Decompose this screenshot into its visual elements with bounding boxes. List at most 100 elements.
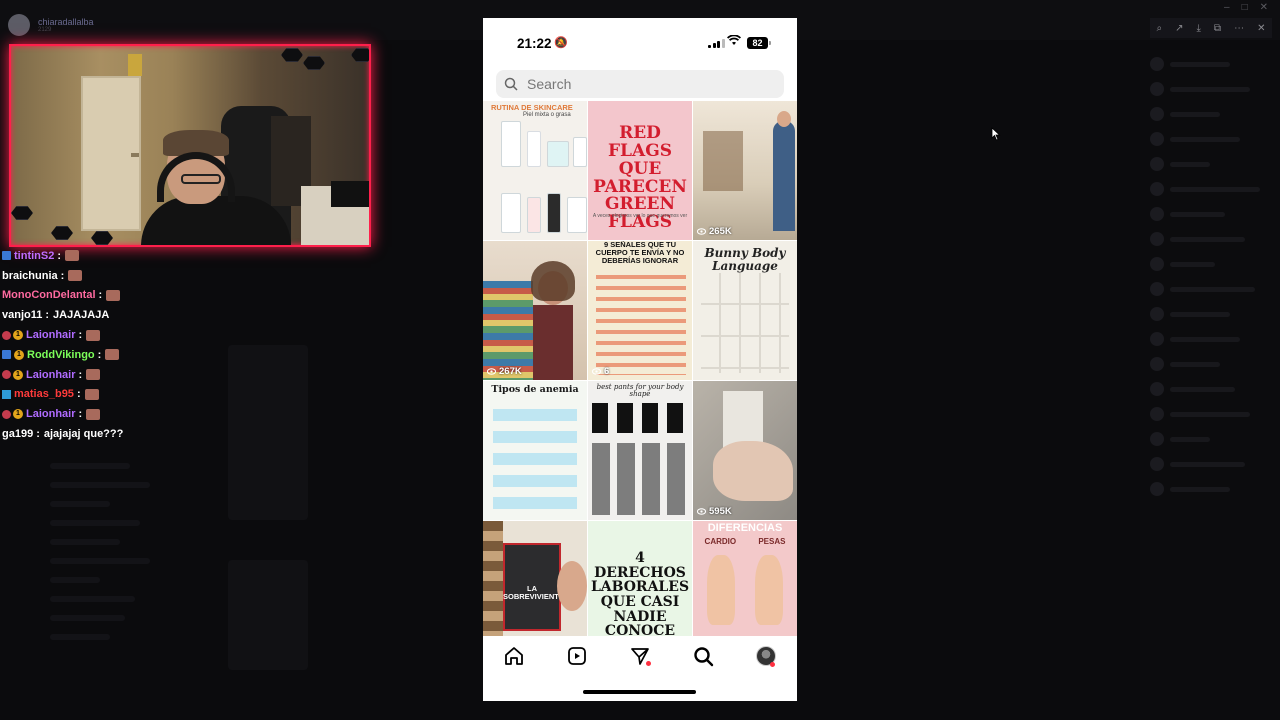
search-icon[interactable] [692,645,714,667]
chat-separator: : [98,289,103,302]
chat-separator: : [60,269,65,282]
explore-tile[interactable]: 267K [483,241,587,380]
explore-tile[interactable]: best pants for your body shape [588,381,692,520]
emote-icon [84,388,99,400]
explore-tile[interactable]: 595K [693,381,797,520]
stream-chat: tintinS2 : braichunia : MonoConDelantal :v… [2,246,202,444]
chat-message: vanjo11 : JAJAJAJA [2,305,202,325]
view-count: 267K [487,366,522,377]
explore-tile[interactable]: Bunny Body Language [693,241,797,380]
home-icon[interactable] [503,645,525,667]
emote-icon [105,349,120,361]
status-bar: 21:22 🔕 82 [483,18,797,68]
channel-avatar [8,14,30,36]
minimize-icon[interactable]: – [1224,2,1230,13]
chat-username[interactable]: RoddVikingo [27,349,95,361]
chat-separator: : [57,249,62,262]
bell-off-icon: 🔕 [554,37,568,49]
tile-title: RUTINA DE SKINCARE [491,103,573,112]
emote-icon [65,250,80,262]
red-badge-icon [2,370,11,380]
explore-tile[interactable]: RED FLAGS QUE PARECEN GREEN FLAGS A vece… [588,101,692,240]
gold-badge-icon: 1 [13,409,23,420]
share-icon[interactable]: ↗ [1175,23,1183,34]
chat-message: MonoConDelantal : [2,286,202,306]
tile-title: DIFERENCIAS [707,522,783,534]
eye-icon [592,368,601,375]
download-icon[interactable]: ⤓ [1197,23,1201,34]
tile-title: LA SOBREVIVIENTE [503,584,564,601]
reels-icon[interactable] [566,645,588,667]
chat-username[interactable]: Laionhair [26,369,76,381]
stream-channel-info: chiaradallalba 2129 [8,14,94,36]
home-indicator[interactable] [583,690,696,694]
streamer-person [141,130,301,245]
gold-badge-icon: 1 [14,349,24,360]
hex-decoration [91,231,113,245]
chat-username[interactable]: matias_b95 [14,388,74,400]
explore-tile[interactable]: RUTINA DE SKINCARE Piel mixta o grasa [483,101,587,240]
tile-title: Tipos de anemia [491,384,579,395]
chat-message: matias_b95 : [2,385,202,405]
chat-text: JAJAJAJA [53,309,110,322]
background-card [228,345,308,520]
eye-icon [697,228,706,235]
chat-message: tintinS2 : [2,246,202,266]
chat-username[interactable]: vanjo11 [2,309,42,321]
right-side-panel [1140,50,1280,720]
red-badge-icon [2,409,11,419]
chat-message: ga199 : ajajajaj que??? [2,424,202,444]
notification-dot [645,661,651,666]
chat-username[interactable]: MonoConDelantal [2,289,96,301]
hex-decoration [351,48,369,62]
open-external-icon[interactable]: ⧉ [1214,23,1221,34]
more-icon[interactable]: ⋯ [1234,23,1244,34]
background-card [228,560,308,670]
zoom-icon[interactable]: ⌕ [1157,23,1163,34]
channel-viewers: 2129 [38,27,52,33]
maximize-icon[interactable]: □ [1242,2,1248,13]
phone-screen: 21:22 🔕 82 Search RUTINA DE SKINCARE Pie… [483,18,797,701]
hex-decoration [51,226,73,240]
wifi-icon [727,35,741,45]
close-window-icon[interactable]: ✕ [1260,2,1268,13]
chat-separator: : [36,428,40,441]
chat-separator: : [78,329,83,342]
hex-decoration [303,56,325,70]
view-count: 6 [592,366,609,377]
notification-dot [769,662,775,667]
battery-icon: 82 [747,37,771,49]
hex-decoration [11,206,33,220]
chat-message: braichunia : [2,266,202,286]
explore-tile[interactable]: 265K [693,101,797,240]
chat-separator: : [97,348,102,361]
explore-tile[interactable]: 9 SEÑALES QUE TU CUERPO TE ENVÍA Y NO DE… [588,241,692,380]
signal-icon [708,39,725,48]
search-input[interactable]: Search [496,70,784,98]
gold-badge-icon: 1 [13,330,23,341]
messages-button[interactable] [629,645,651,667]
eye-icon [697,508,706,515]
chat-username[interactable]: braichunia [2,270,58,282]
search-placeholder: Search [527,76,572,92]
pink-badge-icon [2,389,11,399]
chat-separator: : [45,309,50,322]
chat-username[interactable]: ga199 [2,428,33,440]
close-viewer-icon[interactable]: ✕ [1257,23,1265,34]
search-icon [504,77,518,91]
view-count: 595K [697,506,732,517]
chat-username[interactable]: Laionhair [26,329,76,341]
profile-button[interactable] [755,645,777,667]
sub-badge-icon [2,251,11,261]
emote-icon [106,289,121,301]
chat-message: 1 Laionhair : [2,325,202,345]
tile-subtitle: Piel mixta o grasa [523,112,571,118]
mouse-cursor-icon [991,127,1001,141]
explore-tile[interactable]: Tipos de anemia [483,381,587,520]
chat-username[interactable]: tintinS2 [14,250,54,262]
webcam-door [81,76,141,231]
chat-message: 1 RoddVikingo : [2,345,202,365]
webcam-picture [128,54,142,76]
chat-username[interactable]: Laionhair [26,408,76,420]
streamer-webcam [9,44,371,247]
